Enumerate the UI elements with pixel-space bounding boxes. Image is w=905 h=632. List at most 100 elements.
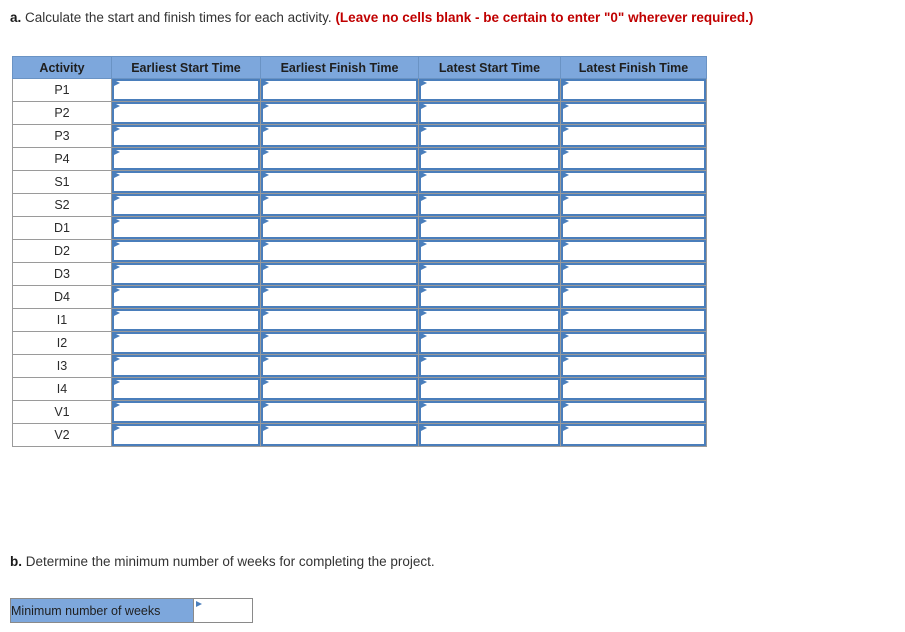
earliest-finish-time-cell[interactable] — [260, 308, 419, 332]
latest-finish-time-cell[interactable] — [560, 331, 707, 355]
latest-finish-time-cell[interactable] — [560, 308, 707, 332]
latest-start-time-cell[interactable] — [418, 400, 561, 424]
latest-finish-time-input[interactable] — [561, 217, 706, 239]
earliest-finish-time-input[interactable] — [261, 424, 418, 446]
earliest-finish-time-cell[interactable] — [260, 354, 419, 378]
latest-start-time-cell[interactable] — [418, 354, 561, 378]
earliest-finish-time-input[interactable] — [261, 102, 418, 124]
earliest-start-time-cell[interactable] — [111, 101, 261, 125]
latest-finish-time-input[interactable] — [561, 401, 706, 423]
latest-finish-time-input[interactable] — [561, 125, 706, 147]
earliest-finish-time-input[interactable] — [261, 171, 418, 193]
earliest-start-time-input[interactable] — [112, 309, 260, 331]
earliest-finish-time-input[interactable] — [261, 401, 418, 423]
latest-start-time-cell[interactable] — [418, 331, 561, 355]
earliest-start-time-cell[interactable] — [111, 377, 261, 401]
latest-start-time-input[interactable] — [419, 355, 560, 377]
latest-finish-time-input[interactable] — [561, 263, 706, 285]
latest-finish-time-cell[interactable] — [560, 400, 707, 424]
earliest-start-time-input[interactable] — [112, 194, 260, 216]
latest-start-time-input[interactable] — [419, 217, 560, 239]
earliest-start-time-input[interactable] — [112, 401, 260, 423]
latest-start-time-cell[interactable] — [418, 262, 561, 286]
earliest-start-time-cell[interactable] — [111, 423, 261, 447]
latest-finish-time-cell[interactable] — [560, 170, 707, 194]
earliest-finish-time-cell[interactable] — [260, 239, 419, 263]
latest-finish-time-input[interactable] — [561, 332, 706, 354]
latest-start-time-cell[interactable] — [418, 78, 561, 102]
earliest-finish-time-cell[interactable] — [260, 78, 419, 102]
earliest-start-time-input[interactable] — [112, 424, 260, 446]
earliest-start-time-cell[interactable] — [111, 400, 261, 424]
earliest-start-time-input[interactable] — [112, 332, 260, 354]
latest-finish-time-cell[interactable] — [560, 101, 707, 125]
earliest-finish-time-cell[interactable] — [260, 170, 419, 194]
latest-start-time-input[interactable] — [419, 424, 560, 446]
latest-finish-time-cell[interactable] — [560, 377, 707, 401]
latest-start-time-input[interactable] — [419, 401, 560, 423]
latest-start-time-cell[interactable] — [418, 216, 561, 240]
earliest-finish-time-cell[interactable] — [260, 216, 419, 240]
earliest-start-time-input[interactable] — [112, 355, 260, 377]
minimum-weeks-input[interactable] — [194, 599, 252, 622]
earliest-finish-time-input[interactable] — [261, 286, 418, 308]
earliest-finish-time-cell[interactable] — [260, 285, 419, 309]
earliest-start-time-input[interactable] — [112, 240, 260, 262]
latest-finish-time-cell[interactable] — [560, 262, 707, 286]
earliest-start-time-input[interactable] — [112, 286, 260, 308]
earliest-start-time-cell[interactable] — [111, 354, 261, 378]
earliest-finish-time-cell[interactable] — [260, 262, 419, 286]
latest-start-time-cell[interactable] — [418, 147, 561, 171]
latest-start-time-input[interactable] — [419, 309, 560, 331]
minimum-weeks-input-cell[interactable] — [193, 598, 253, 623]
latest-start-time-cell[interactable] — [418, 239, 561, 263]
earliest-finish-time-cell[interactable] — [260, 331, 419, 355]
latest-finish-time-input[interactable] — [561, 240, 706, 262]
earliest-start-time-cell[interactable] — [111, 216, 261, 240]
earliest-finish-time-input[interactable] — [261, 194, 418, 216]
latest-finish-time-input[interactable] — [561, 309, 706, 331]
earliest-start-time-cell[interactable] — [111, 285, 261, 309]
earliest-start-time-input[interactable] — [112, 102, 260, 124]
latest-finish-time-input[interactable] — [561, 378, 706, 400]
earliest-start-time-cell[interactable] — [111, 308, 261, 332]
earliest-start-time-input[interactable] — [112, 263, 260, 285]
earliest-finish-time-input[interactable] — [261, 79, 418, 101]
latest-finish-time-cell[interactable] — [560, 124, 707, 148]
earliest-finish-time-input[interactable] — [261, 355, 418, 377]
earliest-start-time-input[interactable] — [112, 171, 260, 193]
earliest-finish-time-cell[interactable] — [260, 101, 419, 125]
earliest-start-time-input[interactable] — [112, 217, 260, 239]
latest-start-time-input[interactable] — [419, 148, 560, 170]
earliest-start-time-cell[interactable] — [111, 262, 261, 286]
latest-start-time-cell[interactable] — [418, 423, 561, 447]
latest-start-time-input[interactable] — [419, 79, 560, 101]
latest-finish-time-input[interactable] — [561, 148, 706, 170]
latest-finish-time-cell[interactable] — [560, 354, 707, 378]
latest-start-time-cell[interactable] — [418, 193, 561, 217]
latest-start-time-input[interactable] — [419, 263, 560, 285]
latest-finish-time-input[interactable] — [561, 194, 706, 216]
earliest-finish-time-input[interactable] — [261, 148, 418, 170]
latest-start-time-cell[interactable] — [418, 285, 561, 309]
latest-start-time-input[interactable] — [419, 102, 560, 124]
earliest-finish-time-cell[interactable] — [260, 193, 419, 217]
earliest-start-time-input[interactable] — [112, 125, 260, 147]
latest-start-time-input[interactable] — [419, 286, 560, 308]
latest-start-time-cell[interactable] — [418, 124, 561, 148]
latest-start-time-input[interactable] — [419, 378, 560, 400]
earliest-start-time-input[interactable] — [112, 148, 260, 170]
latest-start-time-cell[interactable] — [418, 308, 561, 332]
earliest-start-time-cell[interactable] — [111, 124, 261, 148]
latest-finish-time-input[interactable] — [561, 355, 706, 377]
latest-finish-time-cell[interactable] — [560, 216, 707, 240]
latest-finish-time-input[interactable] — [561, 424, 706, 446]
earliest-finish-time-input[interactable] — [261, 217, 418, 239]
latest-finish-time-input[interactable] — [561, 79, 706, 101]
latest-finish-time-input[interactable] — [561, 171, 706, 193]
earliest-finish-time-input[interactable] — [261, 125, 418, 147]
latest-start-time-input[interactable] — [419, 125, 560, 147]
latest-finish-time-cell[interactable] — [560, 239, 707, 263]
latest-start-time-input[interactable] — [419, 171, 560, 193]
earliest-finish-time-input[interactable] — [261, 378, 418, 400]
